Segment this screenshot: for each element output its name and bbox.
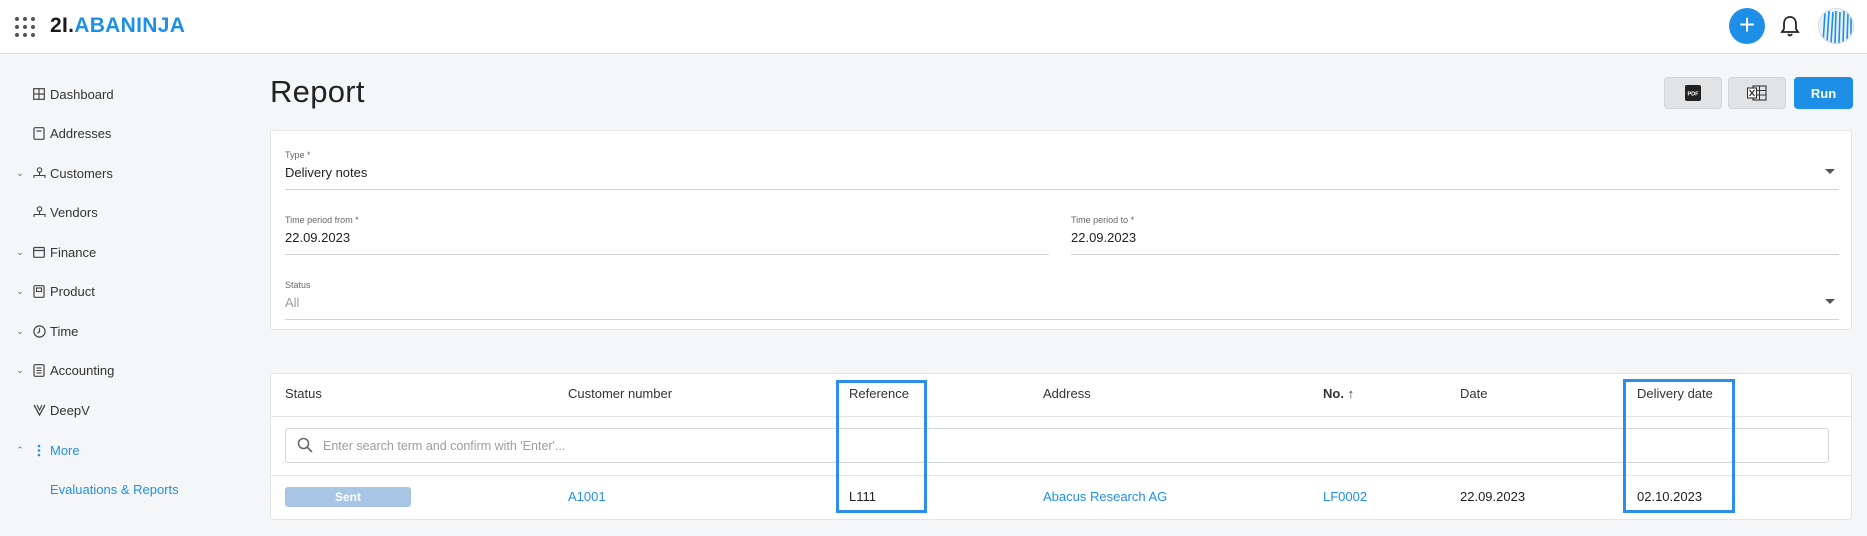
- sidebar-item-label: Finance: [50, 244, 97, 260]
- address-link[interactable]: Abacus Research AG: [1043, 489, 1167, 504]
- sidebar-item-deepv[interactable]: DeepV: [0, 395, 250, 425]
- sidebar-item-accounting[interactable]: ⌄ Accounting: [0, 355, 250, 385]
- time-period-to-field[interactable]: Time period to * 22.09.2023: [1071, 215, 1839, 255]
- sidebar: Dashboard Addresses ⌄ Customers Vendors …: [0, 54, 260, 536]
- sidebar-item-label: Customers: [50, 165, 113, 181]
- date-cell: 22.09.2023: [1460, 489, 1526, 504]
- document-number-link[interactable]: LF0002: [1323, 489, 1367, 504]
- pdf-icon: PDF: [1685, 85, 1701, 101]
- address-book-icon: [32, 126, 46, 140]
- caret-down-icon: [1825, 299, 1835, 304]
- report-filter-form: Type * Delivery notes Time period from *…: [270, 130, 1852, 330]
- export-pdf-button[interactable]: PDF: [1664, 77, 1722, 109]
- run-button[interactable]: Run: [1794, 77, 1853, 109]
- sidebar-item-label: Time: [50, 323, 79, 339]
- type-label: Type *: [285, 150, 311, 160]
- accounting-icon: [32, 363, 46, 377]
- sidebar-item-more[interactable]: ⌃ More: [0, 435, 250, 465]
- status-badge: Sent: [285, 487, 411, 507]
- caret-down-icon: [1825, 169, 1835, 174]
- customer-number-link[interactable]: A1001: [568, 489, 606, 504]
- sidebar-item-label: Addresses: [50, 125, 112, 141]
- column-header-no-label: No.: [1323, 386, 1344, 401]
- bell-icon[interactable]: [1779, 14, 1801, 38]
- chevron-down-icon: ⌄: [16, 325, 24, 336]
- finance-icon: [32, 245, 46, 259]
- sidebar-subitem-evaluations-reports[interactable]: Evaluations & Reports: [50, 482, 179, 497]
- header-divider: [271, 416, 1851, 417]
- page-title: Report: [270, 74, 365, 109]
- sidebar-item-label: Vendors: [50, 204, 98, 220]
- sidebar-item-label: Accounting: [50, 362, 115, 378]
- top-bar: 2I.ABANINJA +: [0, 0, 1867, 54]
- customers-icon: [32, 166, 46, 180]
- column-header-no[interactable]: No. ↑: [1323, 386, 1354, 401]
- sidebar-item-label: DeepV: [50, 402, 90, 418]
- vendors-icon: [32, 205, 46, 219]
- status-select[interactable]: Status All: [285, 280, 1839, 320]
- excel-icon: [1747, 85, 1767, 101]
- time-period-from-field[interactable]: Time period from * 22.09.2023: [285, 215, 1049, 255]
- product-icon: [32, 284, 46, 298]
- logo-name: ABANINJA: [74, 14, 186, 37]
- row-divider: [271, 475, 1851, 476]
- more-vertical-icon: [32, 443, 46, 457]
- search-placeholder: Enter search term and confirm with 'Ente…: [323, 439, 566, 453]
- chevron-down-icon: ⌄: [16, 246, 24, 257]
- time-period-to-value: 22.09.2023: [1071, 230, 1137, 245]
- sidebar-item-customers[interactable]: ⌄ Customers: [0, 158, 250, 188]
- sidebar-item-addresses[interactable]: Addresses: [0, 118, 250, 148]
- add-button[interactable]: +: [1729, 8, 1765, 44]
- column-header-status[interactable]: Status: [285, 386, 322, 401]
- reference-column-highlight: [836, 380, 927, 513]
- sidebar-item-time[interactable]: ⌄ Time: [0, 316, 250, 346]
- sidebar-item-vendors[interactable]: Vendors: [0, 197, 250, 227]
- logo-prefix: 2I.: [50, 14, 75, 37]
- delivery-date-column-highlight: [1623, 379, 1735, 513]
- report-table: Status Customer number Reference Address…: [270, 373, 1852, 520]
- sidebar-item-label: More: [50, 442, 80, 458]
- apps-grid-icon[interactable]: [14, 16, 36, 38]
- time-period-from-value: 22.09.2023: [285, 230, 351, 245]
- sort-ascending-icon: ↑: [1347, 386, 1355, 401]
- clock-icon: [32, 324, 46, 338]
- sidebar-item-label: Product: [50, 283, 95, 299]
- search-icon: [297, 437, 313, 458]
- column-header-customer-number[interactable]: Customer number: [568, 386, 672, 401]
- column-header-address[interactable]: Address: [1043, 386, 1091, 401]
- dashboard-icon: [32, 87, 46, 101]
- chevron-down-icon: ⌄: [16, 285, 24, 296]
- logo[interactable]: 2I.ABANINJA: [50, 14, 185, 38]
- pdf-icon-label: PDF: [1688, 92, 1700, 98]
- sidebar-item-dashboard[interactable]: Dashboard: [0, 79, 250, 109]
- time-period-from-label: Time period from *: [285, 215, 359, 225]
- sidebar-item-label: Dashboard: [50, 86, 114, 102]
- type-value: Delivery notes: [285, 165, 368, 180]
- status-label: Status: [285, 280, 311, 290]
- status-value: All: [285, 295, 300, 310]
- table-search-input[interactable]: Enter search term and confirm with 'Ente…: [285, 428, 1829, 463]
- time-period-to-label: Time period to *: [1071, 215, 1135, 225]
- deepv-icon: [32, 403, 46, 417]
- column-header-date[interactable]: Date: [1460, 386, 1487, 401]
- sidebar-item-finance[interactable]: ⌄ Finance: [0, 237, 250, 267]
- sidebar-item-product[interactable]: ⌄ Product: [0, 276, 250, 306]
- chevron-up-icon: ⌃: [16, 444, 24, 455]
- avatar[interactable]: [1818, 8, 1854, 44]
- chevron-down-icon: ⌄: [16, 167, 24, 178]
- export-excel-button[interactable]: [1728, 77, 1786, 109]
- chevron-down-icon: ⌄: [16, 364, 24, 375]
- type-select[interactable]: Type * Delivery notes: [285, 150, 1839, 190]
